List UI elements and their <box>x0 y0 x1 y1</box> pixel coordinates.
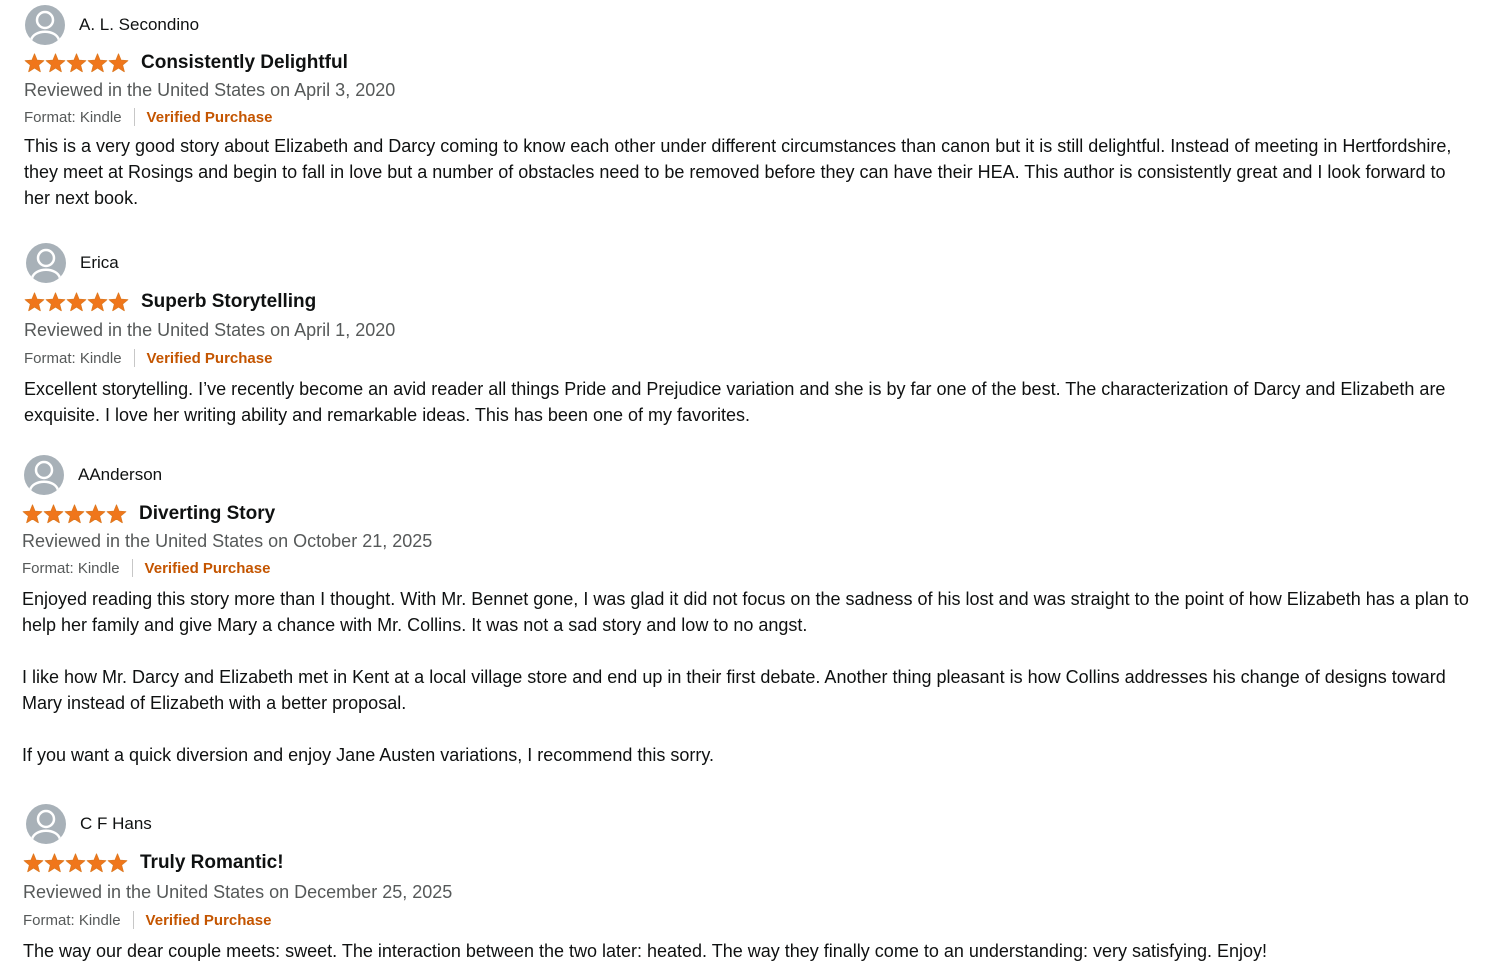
reviewer-name[interactable]: C F Hans <box>80 814 152 834</box>
rating-title-row: Consistently Delightful <box>24 52 348 74</box>
star-icon <box>45 292 66 312</box>
review-title[interactable]: Diverting Story <box>139 503 275 525</box>
review-date: Reviewed in the United States on October… <box>22 531 433 551</box>
star-icon <box>45 53 66 73</box>
format-label[interactable]: Format: Kindle <box>23 912 121 929</box>
avatar-icon <box>26 804 66 844</box>
meta-divider <box>133 108 135 126</box>
star-icon <box>87 292 108 312</box>
star-icon <box>106 504 127 524</box>
format-label[interactable]: Format: Kindle <box>22 560 120 577</box>
star-rating[interactable] <box>24 292 129 312</box>
review-paragraph: This is a very good story about Elizabet… <box>24 136 1452 208</box>
star-rating[interactable] <box>23 853 128 873</box>
star-icon <box>86 853 107 873</box>
star-icon <box>24 292 45 312</box>
star-rating[interactable] <box>22 504 127 524</box>
verified-purchase-badge: Verified Purchase <box>145 911 272 929</box>
reviewer-name[interactable]: Erica <box>80 253 119 273</box>
review-meta: Format: Kindle Verified Purchase <box>23 911 271 929</box>
review-meta: Format: Kindle Verified Purchase <box>22 559 270 577</box>
star-icon <box>23 853 44 873</box>
reviewer-profile[interactable]: Erica <box>26 243 119 283</box>
star-icon <box>66 53 87 73</box>
review-paragraph: I like how Mr. Darcy and Elizabeth met i… <box>22 667 1446 713</box>
star-icon <box>108 292 129 312</box>
review-title[interactable]: Truly Romantic! <box>140 852 284 874</box>
rating-title-row: Truly Romantic! <box>23 852 284 874</box>
reviewer-name[interactable]: A. L. Secondino <box>79 15 199 35</box>
star-icon <box>108 53 129 73</box>
reviewer-name[interactable]: AAnderson <box>78 465 162 485</box>
star-icon <box>22 504 43 524</box>
star-rating[interactable] <box>24 53 129 73</box>
star-icon <box>85 504 106 524</box>
review-meta: Format: Kindle Verified Purchase <box>24 108 272 126</box>
star-icon <box>43 504 64 524</box>
review-meta: Format: Kindle Verified Purchase <box>24 349 272 367</box>
review-paragraph: Excellent storytelling. I’ve recently be… <box>24 379 1446 425</box>
review-body: Excellent storytelling. I’ve recently be… <box>24 376 1489 428</box>
star-icon <box>107 853 128 873</box>
star-icon <box>87 53 108 73</box>
reviewer-profile[interactable]: C F Hans <box>26 804 152 844</box>
review-date: Reviewed in the United States on April 1… <box>24 320 396 340</box>
meta-divider <box>132 911 134 929</box>
avatar-icon <box>26 243 66 283</box>
review-date: Reviewed in the United States on Decembe… <box>23 882 453 902</box>
review-paragraph: Enjoyed reading this story more than I t… <box>22 589 1469 635</box>
format-label[interactable]: Format: Kindle <box>24 109 122 126</box>
review-date: Reviewed in the United States on April 3… <box>24 80 396 100</box>
meta-divider <box>131 559 133 577</box>
format-label[interactable]: Format: Kindle <box>24 350 122 367</box>
star-icon <box>44 853 65 873</box>
review-body: Enjoyed reading this story more than I t… <box>22 586 1482 768</box>
review-paragraph: If you want a quick diversion and enjoy … <box>22 745 715 765</box>
avatar-icon <box>25 5 65 45</box>
rating-title-row: Diverting Story <box>22 503 275 525</box>
review-title[interactable]: Superb Storytelling <box>141 291 316 313</box>
verified-purchase-badge: Verified Purchase <box>146 349 273 367</box>
review-title[interactable]: Consistently Delightful <box>141 52 348 74</box>
reviewer-profile[interactable]: A. L. Secondino <box>25 5 199 45</box>
rating-title-row: Superb Storytelling <box>24 291 316 313</box>
review-paragraph: The way our dear couple meets: sweet. Th… <box>23 941 1268 961</box>
avatar-icon <box>24 455 64 495</box>
star-icon <box>24 53 45 73</box>
reviewer-profile[interactable]: AAnderson <box>24 455 162 495</box>
star-icon <box>66 292 87 312</box>
star-icon <box>64 504 85 524</box>
verified-purchase-badge: Verified Purchase <box>146 108 273 126</box>
star-icon <box>65 853 86 873</box>
review-body: This is a very good story about Elizabet… <box>24 133 1454 211</box>
meta-divider <box>133 349 135 367</box>
review-body: The way our dear couple meets: sweet. Th… <box>23 938 1483 964</box>
verified-purchase-badge: Verified Purchase <box>144 559 271 577</box>
